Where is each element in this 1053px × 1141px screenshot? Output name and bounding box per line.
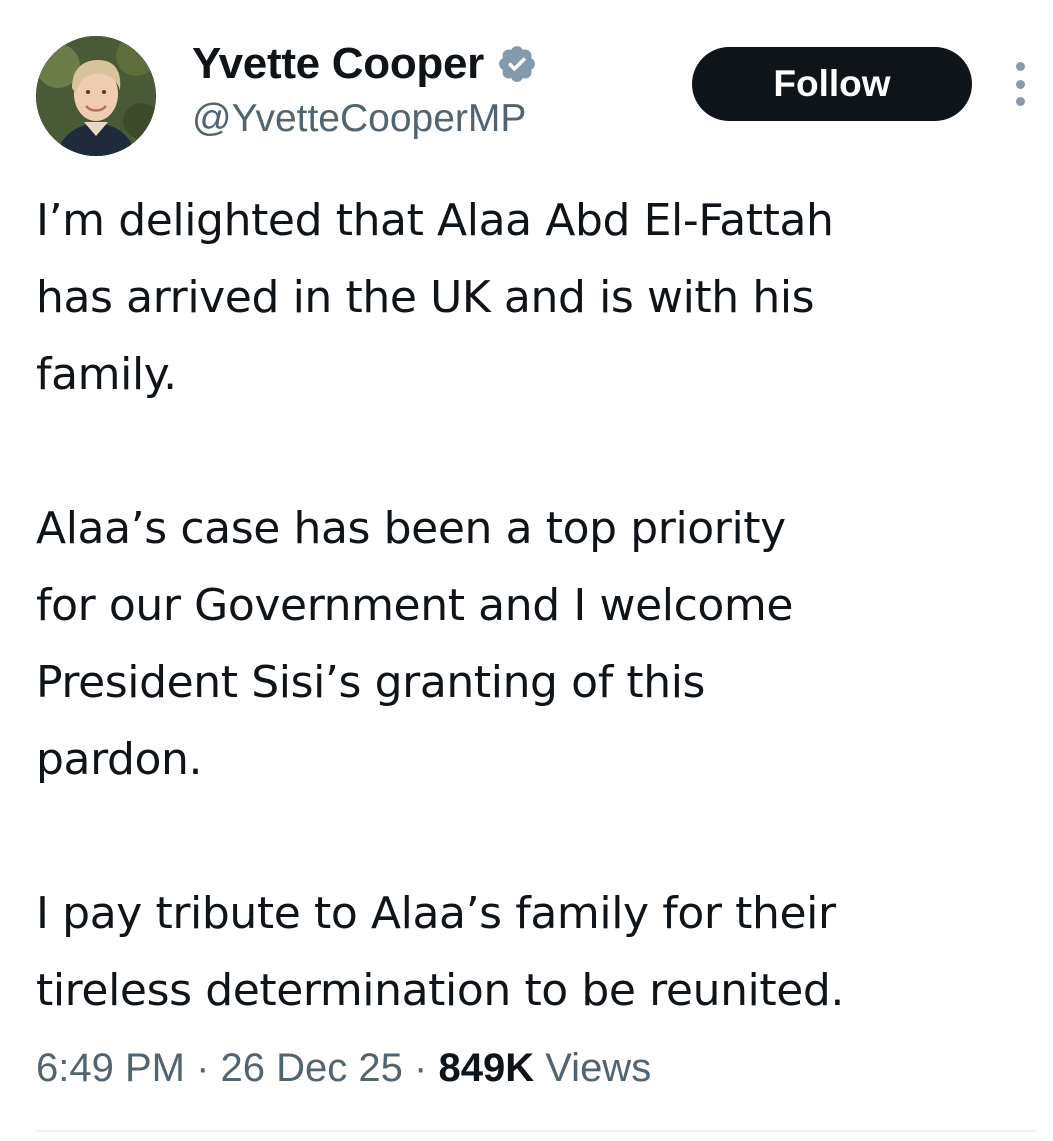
more-dot [1015, 97, 1025, 106]
avatar-photo [36, 36, 156, 156]
views-count[interactable]: 849K [438, 1046, 534, 1090]
tweet-header: Yvette Cooper @YvetteCooperMP Follow [36, 36, 1036, 160]
tweet-paragraph-3: I pay tribute to Alaa’s family for their… [36, 888, 845, 1016]
views-label: Views [545, 1046, 652, 1090]
tweet-text: I’m delighted that Alaa Abd El-Fattah ha… [36, 182, 1036, 1029]
tweet-paragraph-1: I’m delighted that Alaa Abd El-Fattah ha… [36, 195, 834, 400]
divider [36, 1130, 1036, 1132]
tweet: Yvette Cooper @YvetteCooperMP Follow I’m… [0, 0, 1053, 1141]
verified-badge-icon[interactable] [496, 43, 538, 85]
tweet-time[interactable]: 6:49 PM [36, 1046, 185, 1090]
display-name-row: Yvette Cooper [192, 36, 538, 92]
meta-separator: · [196, 1046, 210, 1090]
author-names: Yvette Cooper @YvetteCooperMP [192, 36, 538, 144]
more-dot [1015, 79, 1025, 89]
avatar[interactable] [36, 36, 156, 156]
more-dot [1015, 62, 1025, 71]
display-name[interactable]: Yvette Cooper [192, 36, 484, 92]
tweet-meta: 6:49 PM · 26 Dec 25 · 849K Views [36, 1040, 651, 1096]
tweet-paragraph-2: Alaa’s case has been a top priority for … [36, 503, 794, 785]
more-options-icon[interactable] [1006, 62, 1034, 106]
follow-button[interactable]: Follow [692, 47, 972, 121]
tweet-date[interactable]: 26 Dec 25 [221, 1046, 403, 1090]
meta-separator: · [414, 1046, 428, 1090]
author-handle[interactable]: @YvetteCooperMP [192, 94, 538, 144]
